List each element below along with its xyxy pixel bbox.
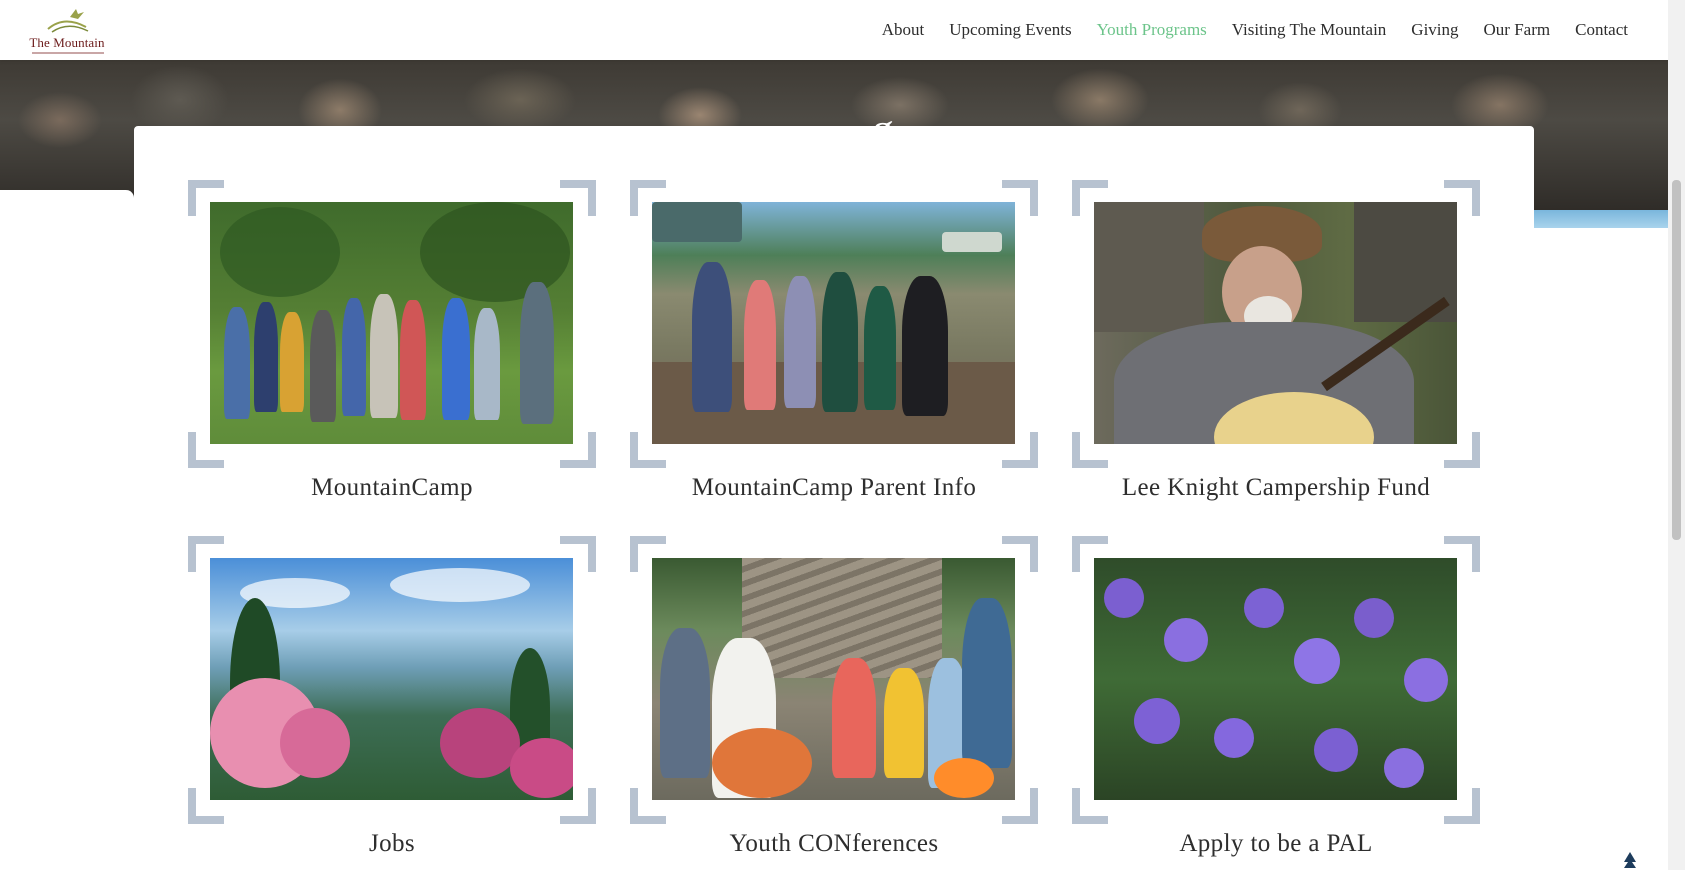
camper-figure	[280, 312, 304, 412]
tile-frame	[1072, 536, 1480, 824]
photo-purple-bellflowers[interactable]	[1094, 558, 1457, 800]
camper-figure	[864, 286, 896, 410]
program-title-jobs[interactable]: Jobs	[188, 830, 596, 858]
nav-upcoming-events[interactable]: Upcoming Events	[949, 20, 1071, 40]
program-tile: Jobs	[188, 536, 596, 858]
nav-our-farm[interactable]: Our Farm	[1484, 20, 1551, 40]
tile-frame	[630, 536, 1038, 824]
bellflower	[1314, 728, 1358, 772]
logo-tagline-rule	[32, 52, 104, 54]
logo-text: The Mountain	[29, 35, 105, 50]
nav-about[interactable]: About	[882, 20, 925, 40]
program-tile: Youth CONferences	[630, 536, 1038, 858]
photo-campers-with-vegetables[interactable]	[210, 202, 573, 444]
bellflower	[1164, 618, 1208, 662]
main-nav: About Upcoming Events Youth Programs Vis…	[882, 0, 1628, 60]
camper-figure	[520, 282, 554, 424]
teen-figure	[832, 658, 876, 778]
camper-figure	[784, 276, 816, 408]
nav-visiting-the-mountain[interactable]: Visiting The Mountain	[1232, 20, 1387, 40]
programs-card: MountainCamp MountainCamp Parent Info Le…	[134, 126, 1534, 870]
bellflower	[1244, 588, 1284, 628]
rhododendron	[510, 738, 573, 798]
camper-figure	[400, 300, 426, 420]
rhododendron	[440, 708, 520, 778]
program-title-mountaincamp[interactable]: MountainCamp	[188, 474, 596, 502]
nav-giving[interactable]: Giving	[1411, 20, 1458, 40]
tent	[942, 232, 1002, 252]
camper-figure	[744, 280, 776, 410]
camper-figure	[474, 308, 500, 420]
program-tile: MountainCamp Parent Info	[630, 180, 1038, 502]
camper-figure	[310, 310, 336, 422]
program-title-youth-conferences[interactable]: Youth CONferences	[630, 830, 1038, 858]
nav-youth-programs[interactable]: Youth Programs	[1097, 20, 1207, 40]
program-title-lee-knight[interactable]: Lee Knight Campership Fund	[1072, 474, 1480, 502]
camper-figure	[822, 272, 858, 412]
bellflower	[1214, 718, 1254, 758]
hero-wave-right	[1533, 210, 1668, 228]
tie-dye-pants	[712, 728, 812, 798]
wooden-stairs	[742, 558, 942, 678]
site-logo[interactable]: The Mountain	[26, 5, 108, 57]
program-tile: Apply to be a PAL	[1072, 536, 1480, 858]
stone-building	[1094, 202, 1204, 332]
building	[652, 202, 742, 242]
program-tile: Lee Knight Campership Fund	[1072, 180, 1480, 502]
teen-figure	[962, 598, 1012, 768]
hero-wave-left	[0, 190, 134, 210]
camper-figure	[902, 276, 948, 416]
bellflower	[1294, 638, 1340, 684]
photo-teens-campfire[interactable]	[652, 558, 1015, 800]
photo-campers-on-river-deck[interactable]	[652, 202, 1015, 444]
bellflower	[1104, 578, 1144, 618]
program-title-parent-info[interactable]: MountainCamp Parent Info	[630, 474, 1038, 502]
tile-frame	[188, 180, 596, 468]
teen-figure	[660, 628, 710, 778]
rhododendron	[280, 708, 350, 778]
tree-icon	[1624, 852, 1636, 868]
tile-frame	[188, 536, 596, 824]
tree-foliage	[220, 207, 340, 297]
photo-mountain-vista[interactable]	[210, 558, 573, 800]
camper-figure	[224, 307, 250, 419]
camper-figure	[254, 302, 278, 412]
photo-man-with-guitar[interactable]	[1094, 202, 1457, 444]
teen-figure	[884, 668, 924, 778]
bellflower	[1354, 598, 1394, 638]
campfire	[934, 758, 994, 798]
tree-foliage	[420, 202, 570, 302]
bird-logo-icon	[47, 9, 89, 33]
tile-frame	[1072, 180, 1480, 468]
camper-figure	[342, 298, 366, 416]
bellflower	[1134, 698, 1180, 744]
bellflower	[1384, 748, 1424, 788]
tile-frame	[630, 180, 1038, 468]
program-title-apply-pal[interactable]: Apply to be a PAL	[1072, 830, 1480, 858]
cloud	[390, 568, 530, 602]
camper-figure	[370, 294, 398, 418]
scrollbar-thumb[interactable]	[1672, 180, 1681, 540]
camper-figure	[692, 262, 732, 412]
bellflower	[1404, 658, 1448, 702]
program-tile: MountainCamp	[188, 180, 596, 502]
camper-figure	[442, 298, 470, 420]
site-header: The Mountain About Upcoming Events Youth…	[0, 0, 1668, 60]
nav-contact[interactable]: Contact	[1575, 20, 1628, 40]
